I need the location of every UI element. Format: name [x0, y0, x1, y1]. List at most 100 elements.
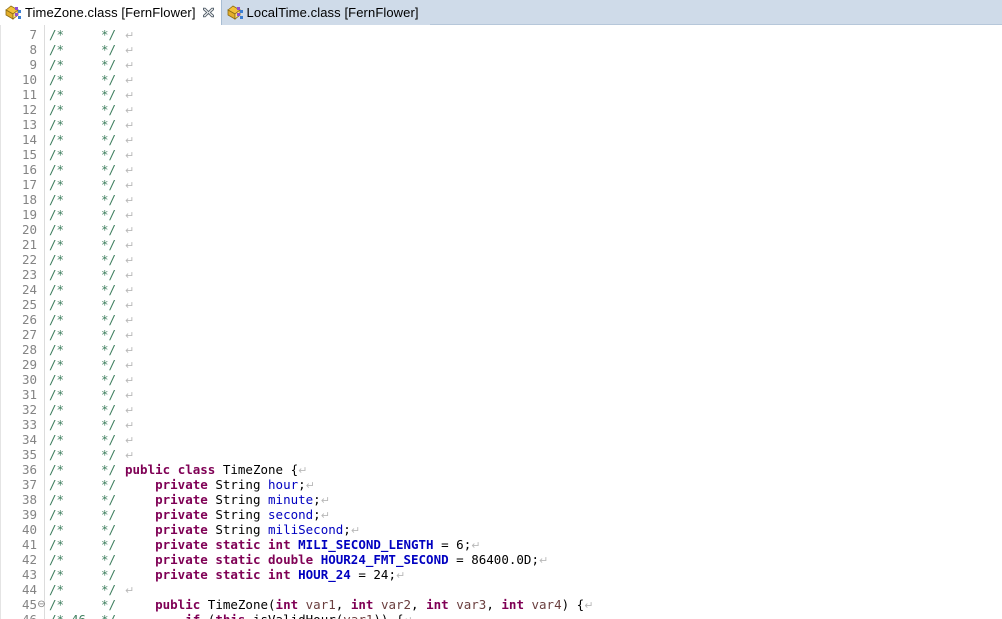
code-line[interactable]: 20 /* */ ↵ — [1, 222, 1002, 237]
token-typ: String — [215, 507, 261, 522]
token-cst: HOUR24_FMT_SECOND — [320, 552, 449, 567]
token-pun — [125, 552, 155, 567]
code-line[interactable]: 18 /* */ ↵ — [1, 192, 1002, 207]
code-line[interactable]: 8 /* */ ↵ — [1, 42, 1002, 57]
token-pun — [215, 462, 223, 477]
java-class-file-icon — [226, 5, 244, 21]
comment-open-marker: /* — [49, 102, 65, 117]
code-line[interactable]: 25 /* */ ↵ — [1, 297, 1002, 312]
source-text: private String hour;↵ — [125, 477, 315, 493]
source-text: ↵ — [125, 357, 134, 373]
token-pun — [298, 597, 306, 612]
source-text: public class TimeZone {↵ — [125, 462, 307, 478]
code-line[interactable]: 39 /* */ private String second;↵ — [1, 507, 1002, 522]
code-line[interactable]: 33 /* */ ↵ — [1, 417, 1002, 432]
token-kw: int — [350, 597, 374, 612]
code-line[interactable]: 26 /* */ ↵ — [1, 312, 1002, 327]
code-line[interactable]: 30 /* */ ↵ — [1, 372, 1002, 387]
code-line[interactable]: 16 /* */ ↵ — [1, 162, 1002, 177]
comment-open-marker: /* — [49, 582, 65, 597]
code-line[interactable]: 36 /* */ public class TimeZone {↵ — [1, 462, 1002, 477]
token-var: var1 — [305, 597, 336, 612]
code-line[interactable]: 42 /* */ private static double HOUR24_FMT_… — [1, 552, 1002, 567]
line-number: 25 — [21, 297, 37, 312]
code-line[interactable]: 37 /* */ private String hour;↵ — [1, 477, 1002, 492]
comment-close-marker: */ — [101, 42, 117, 57]
code-line[interactable]: 31 /* */ ↵ — [1, 387, 1002, 402]
code-line[interactable]: 35 /* */ ↵ — [1, 447, 1002, 462]
comment-open-marker: /* — [49, 477, 65, 492]
code-line[interactable]: 13 /* */ ↵ — [1, 117, 1002, 132]
code-line[interactable]: 44 /* */ ↵ — [1, 582, 1002, 597]
source-text: ↵ — [125, 372, 134, 388]
code-line[interactable]: 23 /* */ ↵ — [1, 267, 1002, 282]
token-typ: TimeZone — [222, 462, 284, 477]
code-line[interactable]: 24 /* */ ↵ — [1, 282, 1002, 297]
token-pun — [260, 537, 268, 552]
comment-close-marker: */ — [101, 57, 117, 72]
token-pun: ; — [388, 567, 396, 582]
source-text: ↵ — [125, 267, 134, 283]
line-return-glyph: ↵ — [125, 209, 135, 222]
code-line[interactable]: 46 /* 46 */ if (this.isValidHour(var1)) {↵ — [1, 612, 1002, 619]
comment-open-marker: /* — [49, 132, 65, 147]
code-editor[interactable]: 7/* */↵ 8/* */↵ 9/* */↵ 10/* */↵ 11/* */↵ 12/* */↵ 1… — [0, 25, 1002, 619]
code-line[interactable]: 22 /* */ ↵ — [1, 252, 1002, 267]
code-line[interactable]: 10 /* */ ↵ — [1, 72, 1002, 87]
comment-open-marker: /* — [49, 597, 65, 612]
tab-localtime-class[interactable]: LocalTime.class [FernFlower] — [220, 0, 430, 25]
comment-close-marker: */ — [101, 597, 117, 612]
token-pun — [125, 522, 155, 537]
code-line[interactable]: 29 /* */ ↵ — [1, 357, 1002, 372]
code-line[interactable]: 34 /* */ ↵ — [1, 432, 1002, 447]
comment-open-marker: /* — [49, 207, 65, 222]
tab-timezone-class[interactable]: TimeZone.class [FernFlower] — [0, 0, 221, 25]
code-line[interactable]: 32 /* */ ↵ — [1, 402, 1002, 417]
token-fld: hour — [268, 477, 299, 492]
line-return-glyph: ↵ — [305, 479, 315, 492]
code-line[interactable]: 27 /* */ ↵ — [1, 327, 1002, 342]
code-line[interactable]: 21 /* */ ↵ — [1, 237, 1002, 252]
code-line[interactable]: 15 /* */ ↵ — [1, 147, 1002, 162]
code-line[interactable]: 45 ⊖/* */ public TimeZone(int var1, int va… — [1, 597, 1002, 612]
code-line[interactable]: 38 /* */ private String minute;↵ — [1, 492, 1002, 507]
token-typ: String — [215, 522, 261, 537]
line-number: 44 — [21, 582, 37, 597]
close-icon[interactable] — [202, 6, 215, 19]
code-line[interactable]: 43 /* */ private static int HOUR_24 = 24;↵ — [1, 567, 1002, 582]
comment-open-marker: /* — [49, 297, 65, 312]
code-line[interactable]: 40 /* */ private String miliSecond;↵ — [1, 522, 1002, 537]
comment-close-marker: */ — [101, 117, 117, 132]
source-text: ↵ — [125, 282, 134, 298]
comment-close-marker: */ — [101, 132, 117, 147]
line-number: 15 — [21, 147, 37, 162]
comment-open-marker: /* — [49, 417, 65, 432]
token-var: var3 — [456, 597, 487, 612]
code-line[interactable]: 41 /* */ private static int MILI_SECOND_LE… — [1, 537, 1002, 552]
line-number: 31 — [21, 387, 37, 402]
token-kw: private — [155, 507, 208, 522]
comment-close-marker: */ — [101, 237, 117, 252]
code-line[interactable]: 11 /* */ ↵ — [1, 87, 1002, 102]
token-pun — [260, 552, 268, 567]
code-line[interactable]: 12 /* */ ↵ — [1, 102, 1002, 117]
token-typ: TimeZone — [207, 597, 269, 612]
code-line[interactable]: 14 /* */ ↵ — [1, 132, 1002, 147]
token-pun — [125, 597, 155, 612]
source-text: ↵ — [125, 102, 134, 118]
line-return-glyph: ↵ — [125, 74, 135, 87]
comment-close-marker: */ — [101, 282, 117, 297]
line-return-glyph: ↵ — [320, 494, 330, 507]
code-line[interactable]: 28 /* */ ↵ — [1, 342, 1002, 357]
source-text: ↵ — [125, 582, 134, 598]
source-text: private static int HOUR_24 = 24;↵ — [125, 567, 405, 583]
code-line[interactable]: 17 /* */ ↵ — [1, 177, 1002, 192]
comment-close-marker: */ — [101, 192, 117, 207]
code-line[interactable]: 9 /* */ ↵ — [1, 57, 1002, 72]
comment-close-marker: */ — [101, 417, 117, 432]
token-kw: int — [501, 597, 524, 612]
code-line[interactable]: 19 /* */ ↵ — [1, 207, 1002, 222]
line-number: 8 — [29, 42, 37, 57]
fold-collapse-icon[interactable]: ⊖ — [37, 597, 46, 612]
code-line[interactable]: 7 /* */ ↵ — [1, 27, 1002, 42]
